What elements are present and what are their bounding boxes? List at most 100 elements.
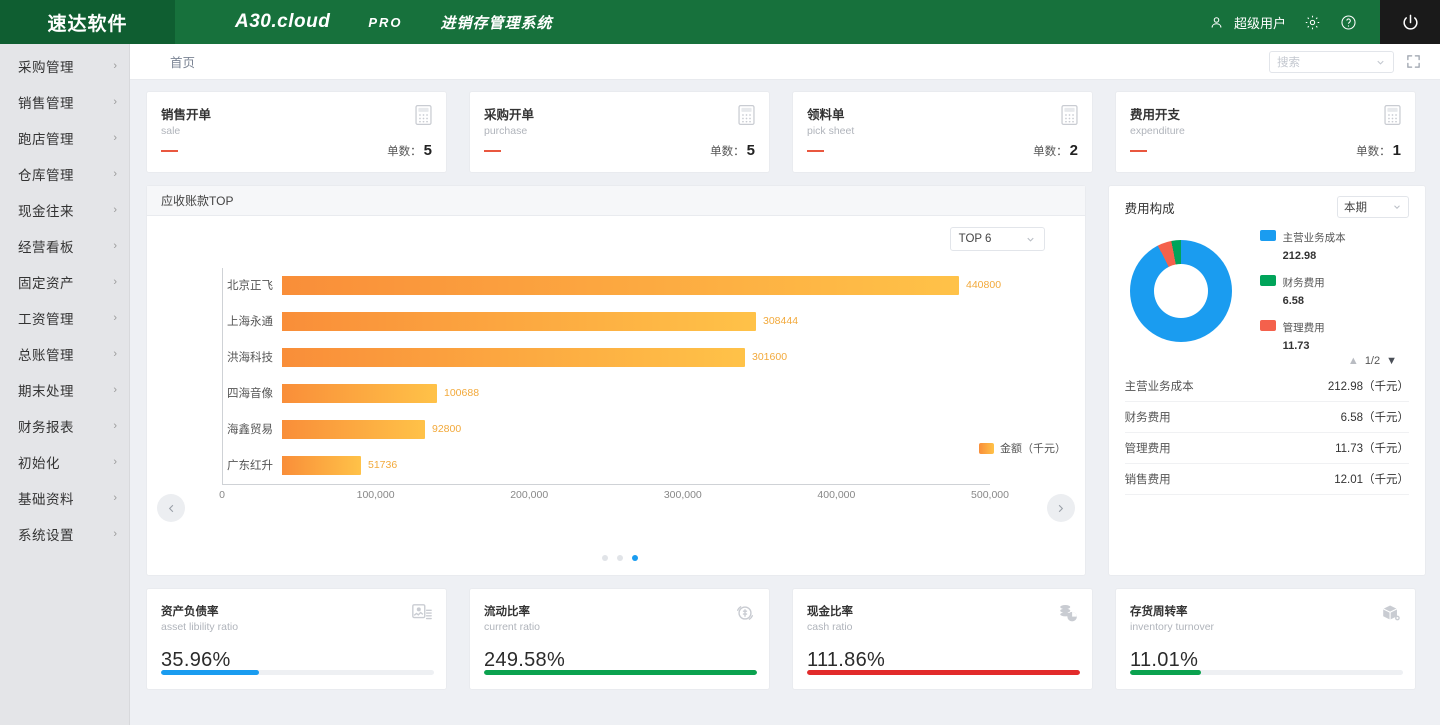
sidebar-item-5[interactable]: 经营看板 › bbox=[0, 230, 129, 262]
sidebar-item-8[interactable]: 总账管理 › bbox=[0, 338, 129, 370]
ratio-value: 11.01% bbox=[1130, 649, 1401, 672]
ratio-subtitle: inventory turnover bbox=[1130, 621, 1401, 633]
table-row[interactable]: 管理费用 11.73（千元） bbox=[1125, 433, 1409, 464]
sidebar-item-1[interactable]: 销售管理 › bbox=[0, 86, 129, 118]
kpi-count-value: 2 bbox=[1070, 142, 1078, 159]
sidebar-item-label: 基础资料 bbox=[18, 488, 113, 508]
sidebar-item-label: 系统设置 bbox=[18, 524, 113, 544]
chevron-right-icon: › bbox=[113, 240, 117, 252]
bar-series: 北京正飞 440800 上海永通 308444 bbox=[222, 268, 1012, 484]
chart-prev-button[interactable] bbox=[157, 494, 185, 522]
sidebar-item-2[interactable]: 跑店管理 › bbox=[0, 122, 129, 154]
sidebar-nav: 采购管理 › 销售管理 › 跑店管理 › 仓库管理 › 现金往来 › 经营看板 … bbox=[0, 44, 130, 725]
ratio-card-inventory-turnover[interactable]: 存货周转率 inventory turnover 11.01% bbox=[1115, 588, 1416, 690]
bar-value-label: 440800 bbox=[966, 279, 1001, 291]
expense-name: 管理费用 bbox=[1125, 440, 1171, 456]
bar-row[interactable]: 北京正飞 440800 bbox=[222, 268, 1012, 302]
search-input[interactable]: 搜索 bbox=[1269, 51, 1394, 73]
bar-row[interactable]: 上海永通 308444 bbox=[222, 304, 1012, 338]
table-row[interactable]: 销售费用 12.01（千元） bbox=[1125, 464, 1409, 495]
sidebar-item-7[interactable]: 工资管理 › bbox=[0, 302, 129, 334]
brand-logo-block[interactable]: 速达软件 bbox=[0, 0, 175, 44]
chevron-right-icon: › bbox=[113, 168, 117, 180]
ratio-title: 流动比率 bbox=[484, 603, 755, 619]
chevron-right-icon: › bbox=[113, 420, 117, 432]
legend-swatch bbox=[979, 443, 994, 454]
kpi-card-pick-sheet[interactable]: 领料单 pick sheet 单数：2 bbox=[792, 91, 1093, 173]
sidebar-item-10[interactable]: 财务报表 › bbox=[0, 410, 129, 442]
sidebar-item-4[interactable]: 现金往来 › bbox=[0, 194, 129, 226]
fullscreen-icon[interactable] bbox=[1406, 54, 1422, 70]
period-select[interactable]: 本期 bbox=[1337, 196, 1409, 218]
kpi-card-sale[interactable]: 销售开单 sale 单数：5 bbox=[146, 91, 447, 173]
ratio-card-asset-liability[interactable]: 资产负债率 asset libility ratio 35.96% bbox=[146, 588, 447, 690]
chevron-down-icon bbox=[1392, 202, 1402, 212]
gear-icon[interactable] bbox=[1302, 12, 1322, 32]
sidebar-item-6[interactable]: 固定资产 › bbox=[0, 266, 129, 298]
donut-legend-item[interactable]: 主营业务成本 212.98 bbox=[1260, 228, 1346, 264]
bar-1 bbox=[282, 312, 756, 331]
kpi-card-purchase[interactable]: 采购开单 purchase 单数：5 bbox=[469, 91, 770, 173]
sidebar-item-9[interactable]: 期末处理 › bbox=[0, 374, 129, 406]
sidebar-item-12[interactable]: 基础资料 › bbox=[0, 482, 129, 514]
bar-row[interactable]: 广东红升 51736 bbox=[222, 448, 1012, 482]
carousel-dot-1[interactable] bbox=[617, 555, 623, 561]
product-name: A30.cloud bbox=[235, 11, 330, 33]
ratio-subtitle: cash ratio bbox=[807, 621, 1078, 633]
ratio-progress-track bbox=[807, 670, 1080, 675]
bar-row[interactable]: 海鑫贸易 92800 bbox=[222, 412, 1012, 446]
chart-next-button[interactable] bbox=[1047, 494, 1075, 522]
expense-value: 6.58（千元） bbox=[1341, 409, 1409, 425]
person-icon bbox=[1207, 12, 1227, 32]
brand-name: 速达软件 bbox=[47, 9, 127, 36]
kpi-dash-divider bbox=[1130, 150, 1147, 152]
table-row[interactable]: 财务费用 6.58（千元） bbox=[1125, 402, 1409, 433]
chart-legend[interactable]: 金额（千元） bbox=[973, 436, 1072, 460]
report-icon bbox=[411, 602, 433, 624]
carousel-dot-0[interactable] bbox=[602, 555, 608, 561]
bar-row[interactable]: 四海音像 100688 bbox=[222, 376, 1012, 410]
ratio-value: 35.96% bbox=[161, 649, 432, 672]
sidebar-item-13[interactable]: 系统设置 › bbox=[0, 518, 129, 550]
page-up-icon[interactable]: ▲ bbox=[1348, 355, 1359, 367]
carousel-dot-2[interactable] bbox=[632, 555, 638, 561]
expense-composition-panel: 费用构成 本期 主营业务成本 bbox=[1108, 185, 1426, 576]
bar-value-label: 92800 bbox=[432, 423, 461, 435]
sidebar-item-11[interactable]: 初始化 › bbox=[0, 446, 129, 478]
donut-legend-item[interactable]: 财务费用 6.58 bbox=[1260, 273, 1346, 309]
legend-value: 6.58 bbox=[1283, 295, 1304, 307]
donut-legend-item[interactable]: 管理费用 11.73 bbox=[1260, 318, 1346, 354]
kpi-subtitle: expenditure bbox=[1130, 125, 1401, 137]
bar-category-label: 洪海科技 bbox=[222, 349, 282, 365]
ratio-value: 249.58% bbox=[484, 649, 755, 672]
sidebar-item-label: 财务报表 bbox=[18, 416, 113, 436]
chevron-right-icon: › bbox=[113, 132, 117, 144]
donut-ring[interactable] bbox=[1130, 240, 1232, 342]
chevron-right-icon: › bbox=[113, 96, 117, 108]
power-button[interactable] bbox=[1380, 0, 1440, 44]
kpi-title: 采购开单 bbox=[484, 104, 755, 123]
sidebar-item-0[interactable]: 采购管理 › bbox=[0, 50, 129, 82]
bar-row[interactable]: 洪海科技 301600 bbox=[222, 340, 1012, 374]
sidebar-item-label: 现金往来 bbox=[18, 200, 113, 220]
sidebar-item-label: 仓库管理 bbox=[18, 164, 113, 184]
ratio-card-current-ratio[interactable]: 流动比率 current ratio 249.58% bbox=[469, 588, 770, 690]
expense-table: 主营业务成本 212.98（千元） 财务费用 6.58（千元） 管理费用 11.… bbox=[1125, 371, 1409, 495]
user-menu[interactable]: 超级用户 bbox=[1207, 12, 1286, 32]
chevron-right-icon: › bbox=[113, 348, 117, 360]
ratio-card-cash-ratio[interactable]: 现金比率 cash ratio 111.86% bbox=[792, 588, 1093, 690]
ratio-subtitle: current ratio bbox=[484, 621, 755, 633]
page-down-icon[interactable]: ▼ bbox=[1386, 355, 1397, 367]
breadcrumb[interactable]: 首页 bbox=[170, 52, 195, 71]
table-row[interactable]: 主营业务成本 212.98（千元） bbox=[1125, 371, 1409, 402]
chevron-right-icon bbox=[1055, 503, 1066, 514]
chevron-right-icon: › bbox=[113, 528, 117, 540]
chevron-right-icon: › bbox=[113, 456, 117, 468]
kpi-subtitle: sale bbox=[161, 125, 432, 137]
ratio-card-row: 资产负债率 asset libility ratio 35.96% 流动比率 bbox=[146, 588, 1426, 690]
sidebar-item-3[interactable]: 仓库管理 › bbox=[0, 158, 129, 190]
question-circle-icon[interactable] bbox=[1338, 12, 1358, 32]
kpi-card-expenditure[interactable]: 费用开支 expenditure 单数：1 bbox=[1115, 91, 1416, 173]
chevron-right-icon: › bbox=[113, 276, 117, 288]
bar-category-label: 北京正飞 bbox=[222, 277, 282, 293]
